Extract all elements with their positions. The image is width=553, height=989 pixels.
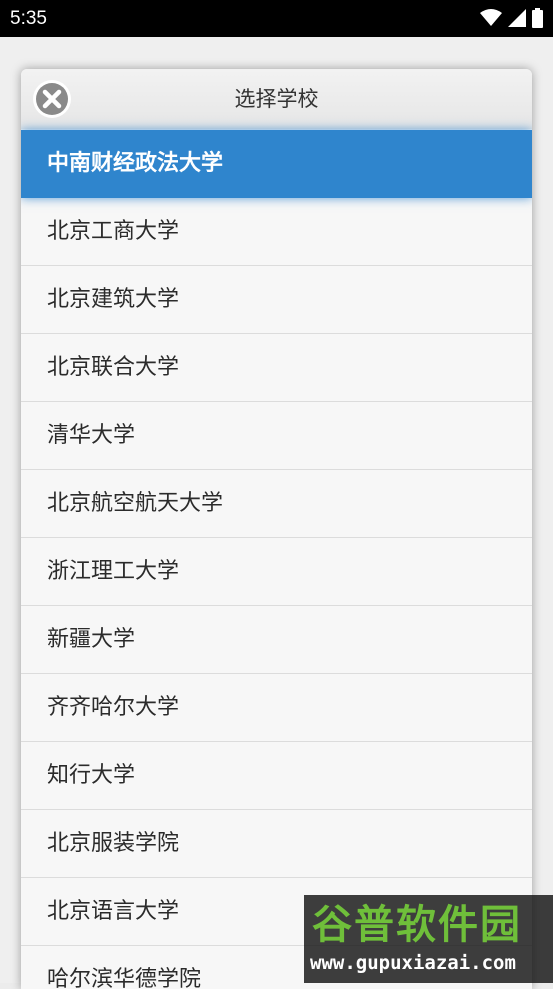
- watermark-title: 谷普软件园: [312, 902, 522, 948]
- school-item[interactable]: 北京服装学院: [21, 810, 532, 878]
- status-bar: 5:35: [0, 0, 553, 37]
- school-item[interactable]: 齐齐哈尔大学: [21, 674, 532, 742]
- school-item[interactable]: 北京建筑大学: [21, 266, 532, 334]
- status-icons: [480, 8, 543, 28]
- school-item[interactable]: 知行大学: [21, 742, 532, 810]
- dialog-header: 选择学校: [21, 69, 532, 129]
- watermark-url: www.gupuxiazai.com: [310, 952, 516, 974]
- school-item[interactable]: 北京工商大学: [21, 198, 532, 266]
- school-item[interactable]: 清华大学: [21, 402, 532, 470]
- school-item[interactable]: 北京联合大学: [21, 334, 532, 402]
- signal-icon: [508, 9, 526, 27]
- dialog-title: 选择学校: [234, 87, 319, 111]
- close-button[interactable]: [32, 79, 72, 119]
- watermark-logo: 谷普软件园 www.gupuxiazai.com: [304, 895, 553, 983]
- wifi-icon: [480, 9, 502, 26]
- battery-icon: [532, 8, 543, 28]
- school-item[interactable]: 新疆大学: [21, 606, 532, 674]
- school-picker-dialog: 选择学校 中南财经政法大学 北京工商大学 北京建筑大学 北京联合大学 清华大学 …: [21, 69, 532, 989]
- school-list: 中南财经政法大学 北京工商大学 北京建筑大学 北京联合大学 清华大学 北京航空航…: [21, 130, 532, 989]
- school-item-selected[interactable]: 中南财经政法大学: [21, 130, 532, 198]
- status-time: 5:35: [10, 8, 47, 29]
- school-item[interactable]: 浙江理工大学: [21, 538, 532, 606]
- school-item[interactable]: 北京航空航天大学: [21, 470, 532, 538]
- close-circle-icon: [33, 80, 71, 118]
